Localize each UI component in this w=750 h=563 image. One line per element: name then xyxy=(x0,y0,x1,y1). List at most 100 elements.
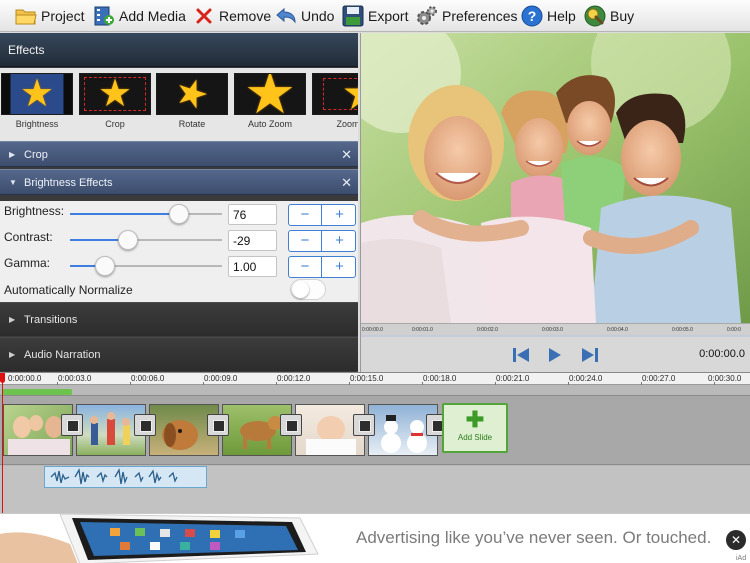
toolbar: Project Add Media Remove Undo Export Pre… xyxy=(0,0,750,32)
transition-icon[interactable] xyxy=(353,414,375,436)
timeline: 0:00:00.0 0:00:03.0 0:00:06.0 0:00:09.0 … xyxy=(0,372,750,513)
undo-button[interactable]: Undo xyxy=(275,3,334,29)
add-slide-button[interactable]: ✚ Add Slide xyxy=(442,403,508,453)
gamma-stepper: − + xyxy=(288,256,356,278)
export-button[interactable]: Export xyxy=(342,3,408,29)
playhead-line xyxy=(2,383,3,513)
star-icon: ★ xyxy=(341,74,358,114)
section-audio-narration-label: Audio Narration xyxy=(24,349,101,361)
preview-ruler-tick: 0:00:02.0 xyxy=(477,327,498,333)
play-icon[interactable] xyxy=(544,345,564,365)
contrast-decrement-button[interactable]: − xyxy=(289,231,322,251)
brightness-decrement-button[interactable]: − xyxy=(289,205,322,225)
auto-zoom-thumb: ★ xyxy=(234,73,306,115)
normalize-label: Automatically Normalize xyxy=(4,283,133,297)
timeline-ruler-tick: 0:00:12.0 xyxy=(277,374,311,383)
brightness-increment-button[interactable]: + xyxy=(323,205,356,225)
transition-icon[interactable] xyxy=(207,414,229,436)
add-media-button[interactable]: Add Media xyxy=(93,3,186,29)
section-transitions[interactable]: ▶ Transitions xyxy=(0,302,358,336)
help-label: Help xyxy=(547,8,576,24)
section-transitions-label: Transitions xyxy=(24,314,78,326)
contrast-increment-button[interactable]: + xyxy=(323,231,356,251)
project-button[interactable]: Project xyxy=(15,3,85,29)
undo-arrow-icon xyxy=(275,5,297,27)
normalize-toggle[interactable] xyxy=(290,279,326,300)
effect-brightness[interactable]: ★ Brightness xyxy=(1,73,73,129)
disclosure-right-icon: ▶ xyxy=(9,150,16,159)
effect-label: Crop xyxy=(105,119,125,129)
gamma-decrement-button[interactable]: − xyxy=(289,257,322,277)
help-button[interactable]: ? Help xyxy=(521,3,576,29)
remove-x-icon xyxy=(193,5,215,27)
crop-thumb: ★ xyxy=(79,73,151,115)
effect-rotate[interactable]: ★ Rotate xyxy=(156,73,228,129)
effect-zoom[interactable]: ★ Zoom xyxy=(312,73,358,129)
preview-ruler[interactable]: 0:00:00.0 0:00:01.0 0:00:02.0 0:00:03.0 … xyxy=(361,323,750,335)
time-display: 0:00:00.0 xyxy=(699,348,745,360)
undo-label: Undo xyxy=(301,8,335,24)
brightness-slider-knob[interactable] xyxy=(169,204,190,224)
gamma-increment-button[interactable]: + xyxy=(323,257,356,277)
buy-button[interactable]: Buy xyxy=(584,3,634,29)
close-icon[interactable]: ✕ xyxy=(341,175,352,191)
contrast-value-field[interactable]: -29 xyxy=(228,230,277,251)
ruler-mark xyxy=(495,382,496,385)
ruler-mark xyxy=(57,382,58,385)
project-label: Project xyxy=(41,8,85,24)
transport-controls: 0:00:00.0 xyxy=(361,337,750,372)
ad-banner[interactable]: Advertising like you’ve never seen. Or t… xyxy=(0,513,750,563)
brightness-value-field[interactable]: 76 xyxy=(228,204,277,225)
brightness-fill xyxy=(70,213,180,215)
skip-back-icon[interactable] xyxy=(511,345,531,365)
ruler-mark xyxy=(422,382,423,385)
preview-ruler-tick: 0:00:0 xyxy=(727,327,741,333)
preview-ruler-tick: 0:00:03.0 xyxy=(542,327,563,333)
transition-icon[interactable] xyxy=(61,414,83,436)
timeline-ruler-tick: 0:00:15.0 xyxy=(350,374,384,383)
timeline-ruler-tick: 0:00:30.0 xyxy=(708,374,742,383)
brightness-thumb: ★ xyxy=(1,73,73,115)
ruler-mark xyxy=(349,382,350,385)
effect-label: Brightness xyxy=(15,119,59,129)
timeline-ruler-tick: 0:00:24.0 xyxy=(569,374,603,383)
transition-icon[interactable] xyxy=(280,414,302,436)
ruler-mark xyxy=(714,382,715,385)
close-icon[interactable]: ✕ xyxy=(726,530,746,550)
preview-pane: 0:00:00.0 0:00:01.0 0:00:02.0 0:00:03.0 … xyxy=(360,33,750,372)
transition-icon[interactable] xyxy=(134,414,156,436)
section-crop-label: Crop xyxy=(24,149,48,161)
zoom-thumb: ★ xyxy=(312,73,358,115)
gamma-value-field[interactable]: 1.00 xyxy=(228,256,277,277)
ruler-mark xyxy=(641,382,642,385)
ipad-image xyxy=(0,514,319,563)
ad-tag: iAd xyxy=(736,555,747,562)
section-brightness-effects[interactable]: ▼ Brightness Effects ✕ xyxy=(0,169,358,195)
section-brightness-label: Brightness Effects xyxy=(24,177,113,189)
preview-ruler-tick: 0:00:04.0 xyxy=(607,327,628,333)
contrast-label: Contrast: xyxy=(4,230,53,244)
ruler-mark xyxy=(130,382,131,385)
section-audio-narration[interactable]: ▶ Audio Narration xyxy=(0,337,358,371)
contrast-slider-knob[interactable] xyxy=(117,230,138,250)
section-crop[interactable]: ▶ Crop ✕ xyxy=(0,141,358,167)
preview-ruler-tick: 0:00:00.0 xyxy=(362,327,383,333)
effect-crop[interactable]: ★ Crop xyxy=(79,73,151,129)
audio-clip[interactable] xyxy=(44,466,207,488)
ruler-mark xyxy=(203,382,204,385)
effects-panel: Effects ★ Brightness ★ Crop ★ Rotate ★ A… xyxy=(0,33,358,372)
timeline-ruler[interactable]: 0:00:00.0 0:00:03.0 0:00:06.0 0:00:09.0 … xyxy=(0,373,750,385)
close-icon[interactable]: ✕ xyxy=(341,147,352,163)
skip-forward-icon[interactable] xyxy=(580,345,600,365)
plus-icon: ✚ xyxy=(465,407,485,432)
effect-auto-zoom[interactable]: ★ Auto Zoom xyxy=(234,73,306,129)
preferences-button[interactable]: Preferences xyxy=(416,3,517,29)
gamma-slider-knob[interactable] xyxy=(94,256,115,276)
gears-icon xyxy=(416,5,438,27)
playhead[interactable] xyxy=(0,373,5,383)
preferences-label: Preferences xyxy=(442,8,518,24)
remove-button[interactable]: Remove xyxy=(193,3,271,29)
preview-ruler-tick: 0:00:05.0 xyxy=(672,327,693,333)
brightness-stepper: − + xyxy=(288,204,356,226)
svg-text:?: ? xyxy=(528,8,537,24)
